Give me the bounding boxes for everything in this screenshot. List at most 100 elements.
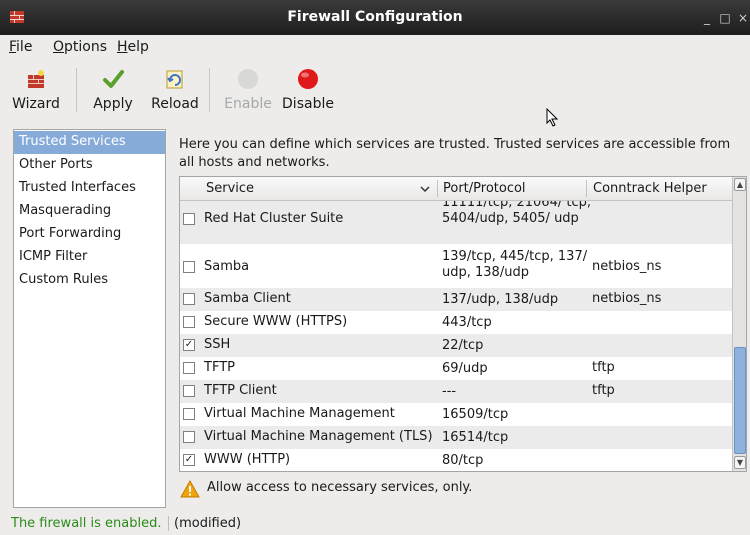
reload-button[interactable]: Reload [150,60,200,124]
sidebar-item-trusted-interfaces[interactable]: Trusted Interfaces [14,177,165,200]
service-name: Secure WWW (HTTPS) [204,314,348,329]
wizard-icon [28,70,44,88]
menu-options[interactable]: Options [53,39,107,55]
menu-help[interactable]: Help [117,39,149,55]
wizard-label: Wizard [12,96,60,112]
table-row[interactable]: TFTP Client --- tftp [180,380,732,403]
checkbox[interactable] [183,408,195,420]
port-protocol: 69/udp [442,361,488,376]
port-protocol: 11111/tcp, 21064/ tcp, 5404/udp, 5405/ u… [442,201,591,226]
table-row[interactable]: Virtual Machine Management 16509/tcp [180,403,732,426]
close-button[interactable]: × [736,11,750,25]
table-row[interactable]: TFTP 69/udp tftp [180,357,732,380]
menu-file[interactable]: File [9,39,32,55]
scroll-down-arrow-icon[interactable]: ▼ [734,456,746,469]
table-row[interactable]: Red Hat Cluster Suite 11111/tcp, 21064/ … [180,201,732,244]
port-protocol: 139/tcp, 445/tcp, 137/ udp, 138/udp [442,249,588,280]
enable-label: Enable [224,96,272,112]
service-name: Virtual Machine Management (TLS) [204,429,433,444]
window-title: Firewall Configuration [287,9,463,25]
table-body: Red Hat Cluster Suite 11111/tcp, 21064/ … [180,201,732,471]
status-bar: The firewall is enabled. (modified) [0,512,750,535]
service-name: SSH [204,337,231,352]
reload-icon [166,70,183,89]
sidebar-item-other-ports[interactable]: Other Ports [14,154,165,177]
port-protocol: 16509/tcp [442,407,509,422]
checkbox-checked[interactable]: ✓ [183,339,195,351]
conntrack-helper: netbios_ns [592,259,662,274]
table-row[interactable]: Samba 139/tcp, 445/tcp, 137/ udp, 138/ud… [180,244,732,288]
port-protocol: 443/tcp [442,315,492,330]
sidebar: Trusted Services Other Ports Trusted Int… [13,129,166,508]
toolbar-separator [209,68,210,112]
table-row[interactable]: ✓ WWW (HTTP) 80/tcp [180,449,732,471]
conntrack-helper: tftp [592,383,615,398]
sidebar-item-trusted-services[interactable]: Trusted Services [14,131,165,154]
reload-label: Reload [151,96,199,112]
checkbox[interactable] [183,293,195,305]
firewall-status: The firewall is enabled. [11,516,162,531]
maximize-button[interactable]: □ [718,11,732,25]
checkbox[interactable] [183,362,195,374]
title-bar: Firewall Configuration _ □ × [0,0,750,35]
checkbox[interactable] [183,385,195,397]
sidebar-item-masquerading[interactable]: Masquerading [14,200,165,223]
service-name: TFTP Client [204,383,277,398]
table-header: Service Port/Protocol Conntrack Helper [180,177,732,201]
toolbar: Wizard Apply Reload Enable Disable [0,60,750,124]
service-name: WWW (HTTP) [204,452,291,467]
status-divider [168,516,169,531]
column-header-service[interactable]: Service [206,181,254,196]
port-protocol: 16514/tcp [442,430,509,445]
column-divider [586,180,587,197]
wizard-button[interactable]: Wizard [8,60,64,124]
disable-label: Disable [282,96,334,112]
conntrack-helper: tftp [592,360,615,375]
column-header-conntrack-helper[interactable]: Conntrack Helper [593,181,707,196]
scrollbar-thumb[interactable] [734,347,746,454]
sidebar-item-port-forwarding[interactable]: Port Forwarding [14,223,165,246]
service-name: Samba [204,259,250,274]
checkbox[interactable] [183,316,195,328]
column-header-port-protocol[interactable]: Port/Protocol [443,181,526,196]
column-divider [437,180,438,197]
table-row[interactable]: Virtual Machine Management (TLS) 16514/t… [180,426,732,449]
mouse-pointer-icon [546,108,559,127]
services-table: Service Port/Protocol Conntrack Helper R… [179,176,747,472]
chevron-down-icon [420,186,430,193]
sidebar-item-custom-rules[interactable]: Custom Rules [14,269,165,292]
enable-button[interactable]: Enable [220,60,276,124]
checkbox-checked[interactable]: ✓ [183,454,195,466]
table-row[interactable]: Samba Client 137/udp, 138/udp netbios_ns [180,288,732,311]
warning-icon [180,480,200,498]
service-name: TFTP [204,360,235,375]
checkbox[interactable] [183,261,195,273]
port-protocol: --- [442,384,457,399]
service-name: Red Hat Cluster Suite [204,211,344,226]
minimize-button[interactable]: _ [700,11,714,25]
service-name: Samba Client [204,291,291,306]
checkbox[interactable] [183,431,195,443]
disable-button[interactable]: Disable [280,60,336,124]
table-row[interactable]: Secure WWW (HTTPS) 443/tcp [180,311,732,334]
table-row[interactable]: ✓ SSH 22/tcp [180,334,732,357]
port-protocol: 22/tcp [442,338,484,353]
scroll-up-arrow-icon[interactable]: ▲ [734,178,746,191]
sidebar-item-icmp-filter[interactable]: ICMP Filter [14,246,165,269]
disable-red-circle-icon [298,69,318,89]
checkbox[interactable] [183,213,195,225]
port-protocol: 137/udp, 138/udp [442,292,559,307]
conntrack-helper: netbios_ns [592,291,662,306]
menu-bar: File Options Help [0,35,750,60]
checkmark-icon [103,70,124,88]
enable-circle-icon [238,69,258,89]
toolbar-separator [76,68,77,112]
apply-label: Apply [93,96,133,112]
service-name: Virtual Machine Management [204,406,395,421]
warning-message: Allow access to necessary services, only… [180,478,580,500]
apply-button[interactable]: Apply [86,60,140,124]
warning-text: Allow access to necessary services, only… [207,480,473,495]
description-text: Here you can define which services are t… [179,137,731,170]
vertical-scrollbar[interactable]: ▲ ▼ [732,177,746,471]
modified-indicator: (modified) [174,516,242,531]
